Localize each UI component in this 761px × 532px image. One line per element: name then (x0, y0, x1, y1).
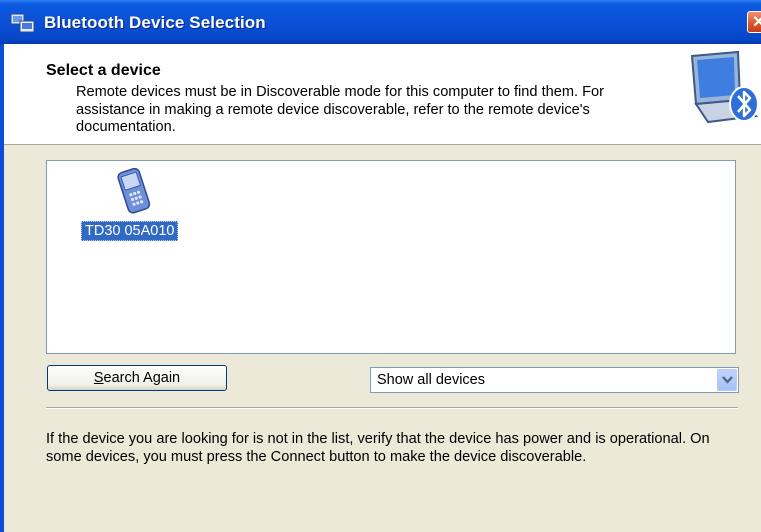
list-item[interactable]: TD30 05A010 (81, 165, 201, 251)
device-list[interactable]: TD30 05A010 (46, 160, 736, 354)
divider (46, 407, 738, 409)
computer-bluetooth-icon (690, 50, 759, 124)
help-text: If the device you are looking for is not… (46, 431, 710, 465)
bluetooth-devices-icon (10, 13, 35, 33)
search-again-accesskey: S (93, 370, 104, 386)
pda-device-icon (117, 167, 151, 214)
search-again-button[interactable]: Search Again (47, 365, 227, 391)
dialog-body: Select a device Remote devices must be i… (4, 44, 761, 532)
bluetooth-dialog-window: Bluetooth Device Selection ✕ Select a de… (0, 0, 761, 532)
chevron-down-icon (722, 376, 733, 384)
dialog-header: Select a device Remote devices must be i… (4, 44, 761, 145)
header-title: Select a device (46, 62, 161, 79)
device-filter-select[interactable]: Show all devices (370, 367, 739, 393)
title-bar[interactable]: Bluetooth Device Selection ✕ (0, 0, 761, 44)
header-description: Remote devices must be in Discoverable m… (76, 84, 605, 135)
window-title: Bluetooth Device Selection (44, 13, 266, 32)
dropdown-button[interactable] (717, 369, 737, 391)
search-again-label: earch Again (103, 370, 181, 386)
device-label[interactable]: TD30 05A010 (81, 221, 179, 241)
close-button[interactable]: ✕ (747, 11, 761, 33)
device-filter-value: Show all devices (377, 372, 485, 388)
close-icon: ✕ (752, 14, 761, 31)
